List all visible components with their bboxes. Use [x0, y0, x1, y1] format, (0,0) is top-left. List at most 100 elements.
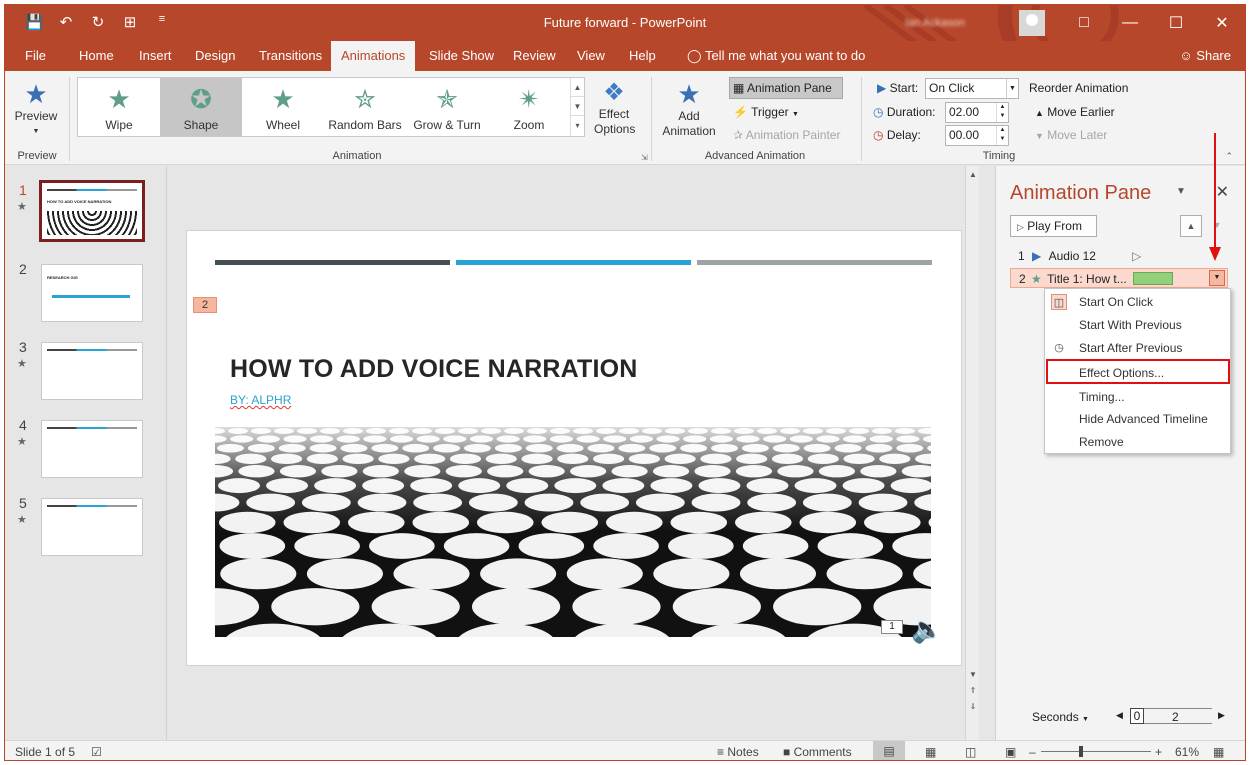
tab-home[interactable]: Home: [69, 41, 124, 71]
effect-options-button[interactable]: ❖ Effect Options: [587, 79, 641, 137]
animation-pane-label: ▦ Animation Pane: [733, 81, 832, 95]
slide-thumbnail-4[interactable]: [41, 420, 143, 478]
move-later-button[interactable]: ▼ Move Later: [1035, 128, 1107, 142]
spinner-icon[interactable]: ▲ ▼: [996, 126, 1008, 145]
slide-thumbnail-5[interactable]: [41, 498, 143, 556]
spinner-icon[interactable]: ▲ ▼: [996, 103, 1008, 122]
speaker-icon[interactable]: 🔈: [911, 614, 943, 645]
accent-bar-dark: [215, 260, 450, 265]
trigger-button[interactable]: ⚡ Trigger ▼: [733, 105, 799, 119]
menu-label: Start With Previous: [1079, 318, 1182, 332]
gallery-item-random-bars[interactable]: ✮ Random Bars: [324, 78, 406, 136]
slideshow-view-icon[interactable]: ▣: [1005, 745, 1016, 759]
gallery-item-grow-turn[interactable]: ✯ Grow & Turn: [406, 78, 488, 136]
duration-field[interactable]: 02.00 ▲ ▼: [945, 102, 1009, 123]
gallery-item-zoom[interactable]: ✴ Zoom: [488, 78, 570, 136]
add-animation-button[interactable]: ★ Add Animation: [657, 79, 721, 139]
scroll-right-icon[interactable]: ▶: [1218, 710, 1225, 721]
seconds-dropdown[interactable]: Seconds ▼: [1032, 710, 1089, 724]
item-dropdown-button[interactable]: ▼: [1209, 270, 1225, 286]
menu-item-remove[interactable]: Remove: [1045, 431, 1230, 453]
slide-thumbnail-2[interactable]: RESEARCH GIG: [41, 264, 143, 322]
scroll-up-icon[interactable]: ▲: [571, 78, 584, 97]
pane-options-icon[interactable]: ▼: [1176, 186, 1186, 197]
tab-help[interactable]: Help: [619, 41, 666, 71]
gallery-label: Random Bars: [328, 118, 402, 132]
gallery-item-wipe[interactable]: ★ Wipe: [78, 78, 160, 136]
slide-thumbnail-1[interactable]: HOW TO ADD VOICE NARRATION: [39, 180, 145, 242]
menu-item-start-with-previous[interactable]: Start With Previous: [1045, 314, 1230, 336]
dialog-launcher-icon[interactable]: ⇲: [641, 153, 648, 162]
notes-button[interactable]: ≡ Notes: [717, 745, 759, 759]
slide-canvas[interactable]: 2 HOW TO ADD VOICE NARRATION BY: ALPHR 1…: [186, 230, 962, 666]
slide-thumbnail-3[interactable]: [41, 342, 143, 400]
random-bars-star-icon: ✮: [354, 84, 376, 114]
slide-number: 2: [19, 261, 27, 277]
gallery-label: Wheel: [265, 118, 300, 132]
fit-to-window-icon[interactable]: ▦: [1213, 745, 1224, 759]
audio-order-tag[interactable]: 1: [881, 620, 903, 634]
tab-view[interactable]: View: [567, 41, 615, 71]
close-icon[interactable]: ✕: [1199, 5, 1245, 41]
zoom-slider-track[interactable]: [1041, 751, 1151, 752]
notes-label: Notes: [727, 745, 759, 759]
tab-insert[interactable]: Insert: [129, 41, 182, 71]
animation-painter-button[interactable]: ✰ Animation Painter: [733, 128, 840, 142]
gallery-item-shape[interactable]: ✪ Shape: [160, 78, 242, 136]
gallery-more-icon[interactable]: ▾: [571, 116, 584, 135]
ribbon-display-icon[interactable]: □: [1061, 5, 1107, 41]
preview-button[interactable]: ★ Preview ▼: [11, 79, 61, 139]
animation-order-tag[interactable]: 2: [193, 297, 217, 313]
animation-item-title[interactable]: 2 ★ Title 1: How t... ▼: [1010, 268, 1228, 288]
tab-file[interactable]: File: [15, 41, 56, 71]
normal-view-icon[interactable]: ▤: [873, 741, 905, 760]
scroll-up-icon[interactable]: ▲: [966, 170, 980, 179]
maximize-icon[interactable]: ☐: [1153, 5, 1199, 41]
zoom-level[interactable]: 61%: [1175, 745, 1199, 759]
delay-field[interactable]: 00.00 ▲ ▼: [945, 125, 1009, 146]
tab-animations[interactable]: Animations: [331, 41, 416, 71]
slide-number: 5: [19, 495, 27, 511]
avatar[interactable]: [1019, 10, 1045, 36]
vertical-scrollbar[interactable]: ▲ ▼ ⇑ ⇓: [965, 166, 979, 740]
comments-button[interactable]: ■ Comments: [783, 745, 852, 759]
slide-sorter-icon[interactable]: ▦: [925, 745, 936, 759]
thumb-bar: [52, 295, 130, 298]
tab-slide-show[interactable]: Slide Show: [419, 41, 504, 71]
reading-view-icon[interactable]: ◫: [965, 745, 976, 759]
prev-slide-icon[interactable]: ⇑: [966, 686, 980, 695]
start-select[interactable]: On Click ▼: [925, 78, 1019, 99]
minimize-icon[interactable]: —: [1107, 5, 1153, 41]
next-slide-icon[interactable]: ⇓: [966, 702, 980, 711]
share-button[interactable]: ☺ Share: [1179, 48, 1231, 63]
move-up-button[interactable]: ▲: [1180, 215, 1202, 237]
user-name[interactable]: Ian Ackason: [905, 17, 965, 29]
mouse-click-icon: ◫: [1051, 294, 1067, 310]
zoom-in-icon[interactable]: +: [1155, 745, 1162, 759]
animation-item-audio[interactable]: 1 ▶ Audio 12 ▷: [1010, 246, 1228, 266]
animation-pane-icon: ▦: [733, 81, 745, 95]
zoom-slider-thumb[interactable]: [1079, 746, 1083, 757]
tab-design[interactable]: Design: [185, 41, 245, 71]
play-from-button[interactable]: ▷ Play From: [1010, 215, 1097, 237]
slide-subtitle[interactable]: BY: ALPHR: [230, 393, 291, 407]
scroll-down-icon[interactable]: ▼: [966, 670, 980, 679]
scroll-left-icon[interactable]: ◀: [1116, 710, 1123, 721]
divider: [69, 77, 70, 161]
tell-me-search[interactable]: ◯ Tell me what you want to do: [677, 41, 875, 71]
move-earlier-button[interactable]: ▲ Move Earlier: [1035, 105, 1115, 119]
gallery-item-wheel[interactable]: ★ Wheel: [242, 78, 324, 136]
timeline-bar[interactable]: [1133, 272, 1173, 285]
slide-title[interactable]: HOW TO ADD VOICE NARRATION: [230, 355, 638, 384]
menu-item-start-on-click[interactable]: ◫ Start On Click: [1045, 291, 1230, 313]
scroll-down-icon[interactable]: ▼: [571, 97, 584, 116]
tab-transitions[interactable]: Transitions: [249, 41, 332, 71]
tab-review[interactable]: Review: [503, 41, 566, 71]
menu-item-hide-advanced-timeline[interactable]: Hide Advanced Timeline: [1045, 408, 1230, 430]
spelling-icon[interactable]: ☑: [91, 745, 102, 759]
thumb-bars: [47, 427, 137, 429]
menu-item-timing[interactable]: Timing...: [1045, 386, 1230, 408]
menu-item-start-after-previous[interactable]: ◷ Start After Previous: [1045, 337, 1230, 359]
zoom-out-icon[interactable]: –: [1029, 745, 1036, 759]
slide-photo[interactable]: [215, 427, 931, 637]
